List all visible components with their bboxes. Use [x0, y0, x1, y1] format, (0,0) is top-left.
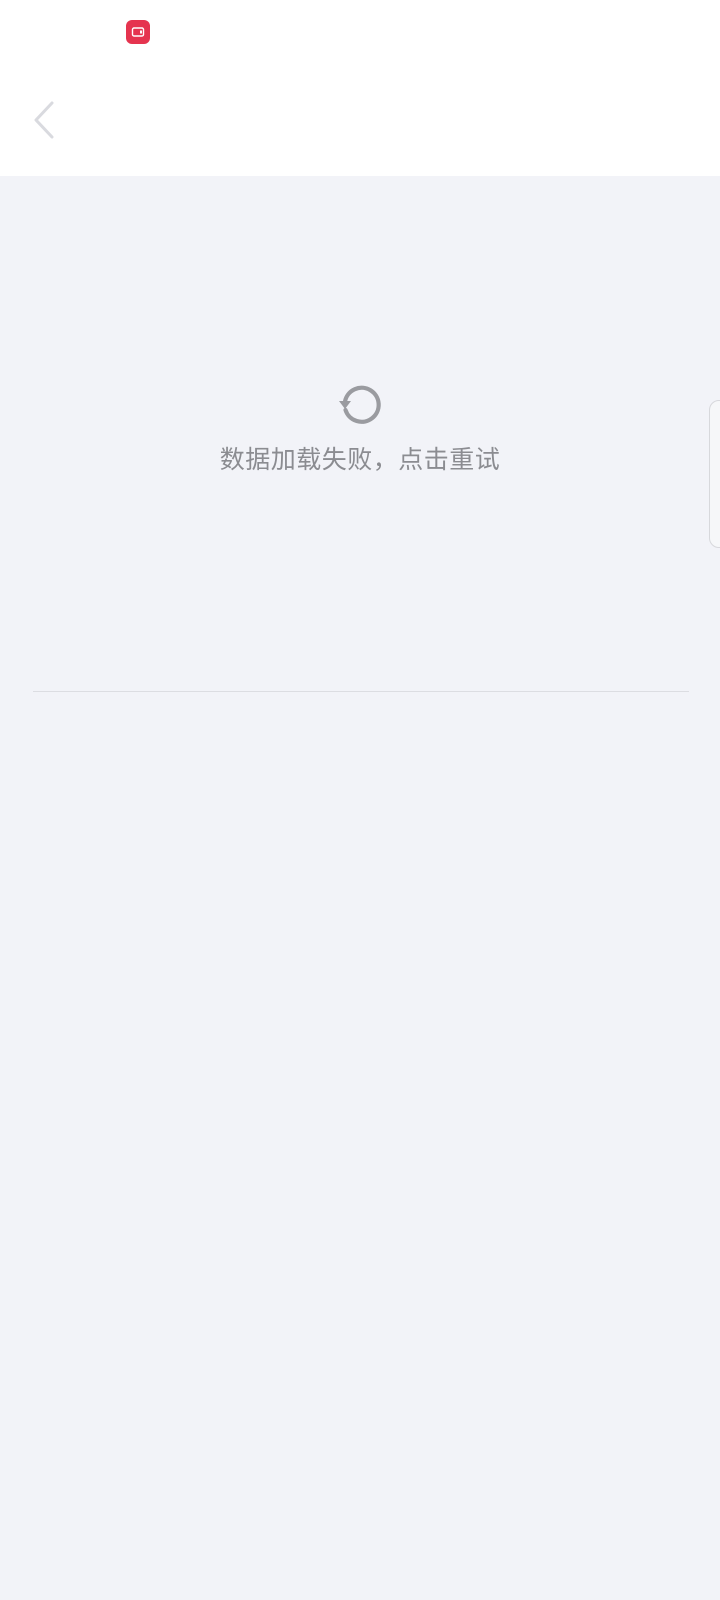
back-button[interactable]	[22, 92, 66, 148]
chevron-left-icon	[34, 101, 54, 139]
top-toolbar	[0, 64, 720, 176]
refresh-icon	[339, 385, 381, 424]
page-title	[80, 100, 640, 140]
retry-area[interactable]: 数据加载失败，点击重试	[0, 384, 720, 478]
side-edge-handle[interactable]	[709, 400, 720, 548]
load-error-message: 数据加载失败，点击重试	[219, 445, 501, 474]
screen-record-icon	[126, 20, 150, 44]
content-area: 数据加载失败，点击重试	[0, 176, 720, 1600]
status-bar	[0, 0, 720, 64]
divider	[33, 691, 689, 692]
